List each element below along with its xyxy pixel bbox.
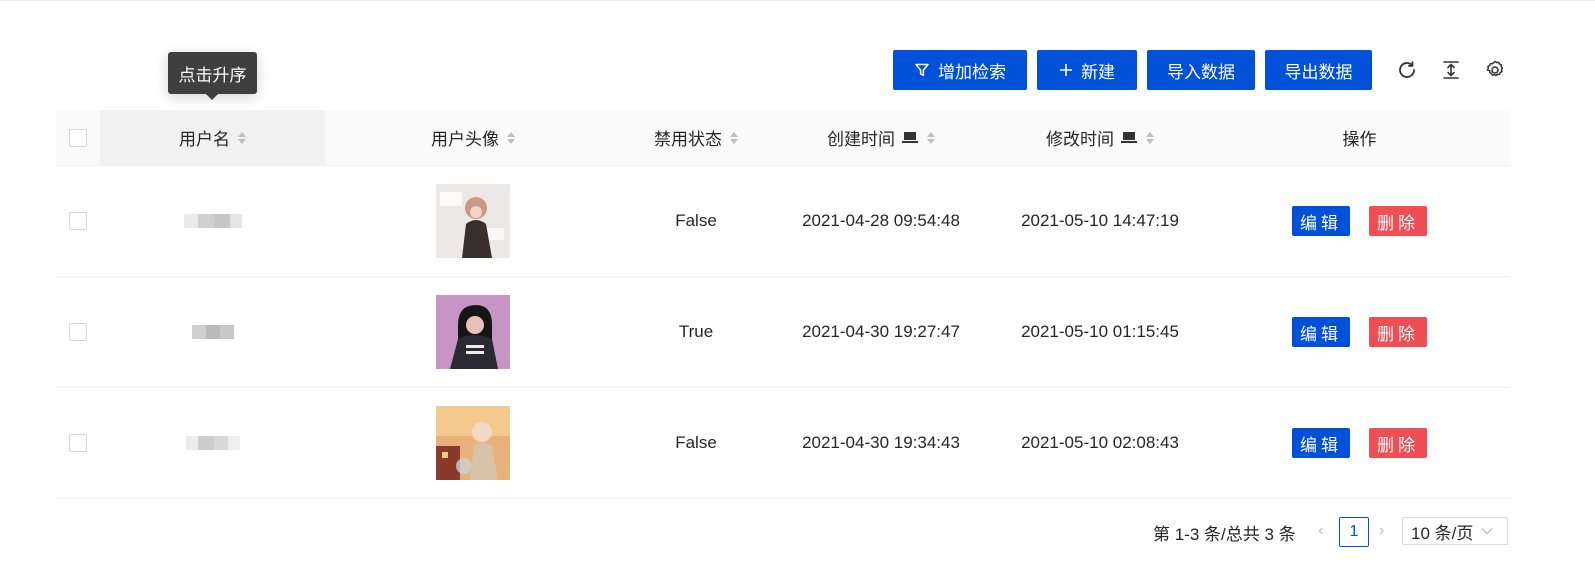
- username-cell: [100, 277, 325, 387]
- import-label: 导入数据: [1167, 62, 1235, 82]
- column-header-avatar[interactable]: 用户头像: [325, 110, 621, 165]
- created-time: 2021-04-30 19:34:43: [802, 433, 960, 452]
- user-table: 用户名 用户头像 禁用状态 创建时间 修改时间 操作 False 2021-04…: [56, 110, 1510, 499]
- user-avatar-image: [436, 184, 510, 258]
- disabled-status: True: [678, 322, 714, 341]
- username-cell: [100, 166, 325, 276]
- modified-time: 2021-05-10 02:08:43: [1021, 433, 1179, 452]
- created-time: 2021-04-30 19:27:47: [802, 322, 960, 341]
- settings-icon[interactable]: [1483, 58, 1507, 82]
- row-checkbox[interactable]: [69, 434, 87, 452]
- created-time: 2021-04-28 09:54:48: [802, 211, 960, 230]
- avatar-cell: [325, 166, 621, 276]
- top-divider: [0, 0, 1595, 1]
- page-number-button[interactable]: 1: [1339, 517, 1369, 547]
- actions-cell: 编辑 删除: [1209, 388, 1510, 498]
- export-data-button[interactable]: 导出数据: [1265, 50, 1372, 90]
- user-avatar-image: [436, 406, 510, 480]
- sort-icon[interactable]: [730, 131, 738, 144]
- edit-button[interactable]: 编辑: [1292, 428, 1350, 458]
- sort-icon[interactable]: [927, 131, 935, 144]
- delete-button[interactable]: 删除: [1369, 206, 1427, 236]
- row-checkbox[interactable]: [69, 323, 87, 341]
- blurred-username: [177, 428, 249, 458]
- new-label: 新建: [1081, 62, 1115, 82]
- import-data-button[interactable]: 导入数据: [1147, 50, 1255, 90]
- chevron-down-icon: [1481, 528, 1493, 535]
- avatar-cell: [325, 277, 621, 387]
- avatar-cell: [325, 388, 621, 498]
- disabled-status: False: [675, 433, 717, 452]
- column-header-created[interactable]: 创建时间: [771, 110, 991, 165]
- delete-button[interactable]: 删除: [1369, 317, 1427, 347]
- laptop-icon: [1121, 131, 1137, 143]
- plus-icon: [1060, 64, 1072, 76]
- modified-time: 2021-05-10 01:15:45: [1021, 322, 1179, 341]
- blurred-username: [177, 317, 249, 347]
- table-row: False 2021-04-28 09:54:48 2021-05-10 14:…: [56, 166, 1510, 277]
- sort-icon[interactable]: [507, 131, 515, 144]
- edit-button[interactable]: 编辑: [1292, 206, 1350, 236]
- username-cell: [100, 388, 325, 498]
- user-avatar-image: [436, 295, 510, 369]
- column-header-username[interactable]: 用户名: [100, 110, 325, 165]
- column-label: 禁用状态: [654, 130, 722, 149]
- column-header-modified[interactable]: 修改时间: [991, 110, 1209, 165]
- table-row: False 2021-04-30 19:34:43 2021-05-10 02:…: [56, 388, 1510, 499]
- disabled-status: False: [675, 211, 717, 230]
- sort-icon[interactable]: [1146, 131, 1154, 144]
- column-header-disabled[interactable]: 禁用状态: [621, 110, 771, 165]
- header-checkbox-cell: [56, 110, 100, 165]
- sort-icon[interactable]: [238, 131, 246, 144]
- delete-button[interactable]: 删除: [1369, 428, 1427, 458]
- next-page-icon[interactable]: ›: [1379, 522, 1384, 540]
- modified-time: 2021-05-10 14:47:19: [1021, 211, 1179, 230]
- column-label: 创建时间: [827, 130, 895, 149]
- prev-page-icon[interactable]: ‹: [1318, 522, 1323, 540]
- add-search-label: 增加检索: [938, 62, 1006, 82]
- pagination: 第 1-3 条/总共 3 条 ‹ 1 › 10 条/页: [0, 516, 1595, 548]
- column-header-actions: 操作: [1209, 110, 1510, 165]
- row-checkbox[interactable]: [69, 212, 87, 230]
- column-label: 修改时间: [1046, 130, 1114, 149]
- column-label: 用户名: [179, 130, 230, 149]
- refresh-icon[interactable]: [1395, 58, 1419, 82]
- page-size-label: 10 条/页: [1411, 523, 1474, 543]
- export-label: 导出数据: [1284, 62, 1353, 82]
- pagination-total: 第 1-3 条/总共 3 条: [1153, 525, 1296, 544]
- actions-cell: 编辑 删除: [1209, 277, 1510, 387]
- laptop-icon: [902, 131, 918, 143]
- density-icon[interactable]: [1439, 58, 1463, 82]
- table-header: 用户名 用户头像 禁用状态 创建时间 修改时间 操作: [56, 110, 1510, 166]
- column-label: 操作: [1342, 130, 1377, 149]
- tooltip-text: 点击升序: [178, 65, 247, 85]
- add-search-button[interactable]: 增加检索: [893, 50, 1027, 90]
- select-all-checkbox[interactable]: [69, 128, 87, 147]
- table-row: True 2021-04-30 19:27:47 2021-05-10 01:1…: [56, 277, 1510, 388]
- actions-cell: 编辑 删除: [1209, 166, 1510, 276]
- page-size-select[interactable]: 10 条/页: [1402, 517, 1508, 545]
- new-button[interactable]: 新建: [1037, 50, 1137, 90]
- edit-button[interactable]: 编辑: [1292, 317, 1350, 347]
- filter-icon: [915, 63, 929, 77]
- sort-tooltip: 点击升序: [168, 52, 257, 100]
- blurred-username: [177, 206, 249, 236]
- column-label: 用户头像: [431, 130, 499, 149]
